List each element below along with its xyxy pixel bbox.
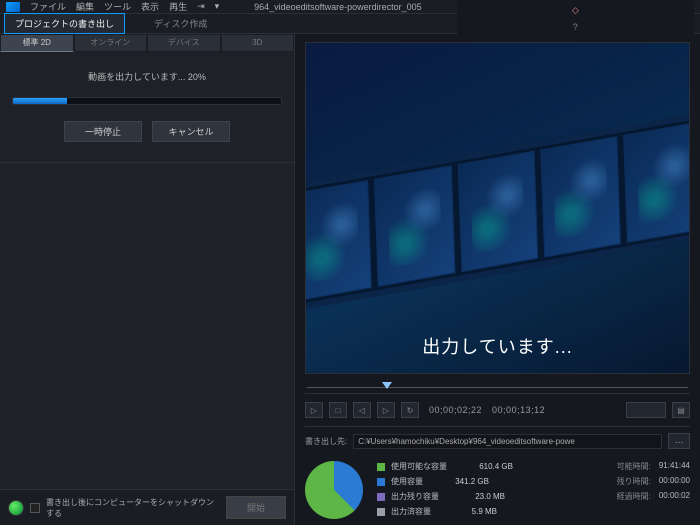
modetab-3d[interactable]: 3D [221, 34, 295, 52]
browse-button[interactable]: … [668, 433, 690, 449]
bell-icon[interactable]: ◇ [572, 5, 579, 16]
project-title: 964_videoeditsoftware-powerdirector_005 [229, 2, 446, 12]
menu-bar: ファイル 編集 ツール 表示 再生 ⇥ ▾ 964_videoeditsoftw… [0, 0, 700, 14]
output-path: C:¥Users¥hamochiku¥Desktop¥964_videoedit… [353, 434, 662, 449]
next-frame-button[interactable]: ▷ [377, 402, 395, 418]
time-stats: 可能時間:91:41:44 残り時間:00:00:00 経過時間:00:00:0… [617, 461, 690, 519]
snapshot-button[interactable] [626, 402, 666, 418]
swatch-remain [377, 493, 385, 501]
play-button[interactable]: ▷ [305, 402, 323, 418]
menu-play[interactable]: 再生 [169, 0, 187, 13]
pause-button[interactable]: 一時停止 [64, 121, 142, 142]
start-button[interactable]: 開始 [226, 496, 286, 519]
export-progress [12, 97, 282, 105]
swatch-done [377, 508, 385, 516]
export-status: 動画を出力しています... 20% [12, 70, 282, 83]
menu-view[interactable]: 表示 [141, 0, 159, 13]
modetab-device[interactable]: デバイス [147, 34, 221, 52]
swatch-avail [377, 463, 385, 471]
stats-panel: 使用可能な容量610.4 GB 使用容量341.2 GB 出力残り容量23.0 … [305, 455, 690, 519]
playhead-icon[interactable] [382, 382, 392, 394]
stop-button[interactable]: □ [329, 402, 347, 418]
shutdown-label: 書き出し後にコンピューターをシャットダウンする [46, 497, 220, 519]
modetab-standard-2d[interactable]: 標準 2D [0, 34, 74, 52]
export-panel: 標準 2D オンライン デバイス 3D 動画を出力しています... 20% 一時… [0, 34, 295, 525]
export-progress-fill [13, 98, 67, 104]
prev-frame-button[interactable]: ◁ [353, 402, 371, 418]
shutdown-checkbox[interactable] [30, 503, 40, 513]
output-path-row: 書き出し先: C:¥Users¥hamochiku¥Desktop¥964_vi… [305, 426, 690, 449]
menu-file[interactable]: ファイル [30, 0, 66, 13]
timecode-duration: 00;00;13;12 [492, 405, 545, 415]
preview-panel: 出力しています... ▷ □ ◁ ▷ ↻ 00;00;02;22 00;00;1… [295, 34, 700, 525]
menu-edit[interactable]: 編集 [76, 0, 94, 13]
tab-disc-create[interactable]: ディスク作成 [143, 13, 218, 34]
preview-overlay-text: 出力しています... [306, 333, 689, 359]
globe-icon[interactable] [8, 500, 24, 516]
video-preview: 出力しています... [305, 42, 690, 374]
tab-project-export[interactable]: プロジェクトの書き出し [4, 13, 125, 34]
menu-export-icon[interactable]: ⇥ [197, 1, 205, 12]
app-logo-icon [6, 2, 20, 12]
output-label: 書き出し先: [305, 436, 347, 447]
timecode-current: 00;00;02;22 [429, 405, 482, 415]
help-icon[interactable]: ? [573, 22, 578, 32]
storage-pie-chart [305, 461, 363, 519]
storage-legend: 使用可能な容量610.4 GB 使用容量341.2 GB 出力残り容量23.0 … [377, 461, 513, 519]
modetab-online[interactable]: オンライン [74, 34, 148, 52]
timeline[interactable] [305, 380, 690, 394]
transport-bar: ▷ □ ◁ ▷ ↻ 00;00;02;22 00;00;13;12 ▤ [305, 400, 690, 420]
settings-icon[interactable]: ▤ [672, 402, 690, 418]
menu-dropdown-icon[interactable]: ▾ [215, 1, 220, 12]
swatch-used [377, 478, 385, 486]
menu-tool[interactable]: ツール [104, 0, 131, 13]
export-footer: 書き出し後にコンピューターをシャットダウンする 開始 [0, 489, 294, 525]
loop-button[interactable]: ↻ [401, 402, 419, 418]
cancel-button[interactable]: キャンセル [152, 121, 230, 142]
